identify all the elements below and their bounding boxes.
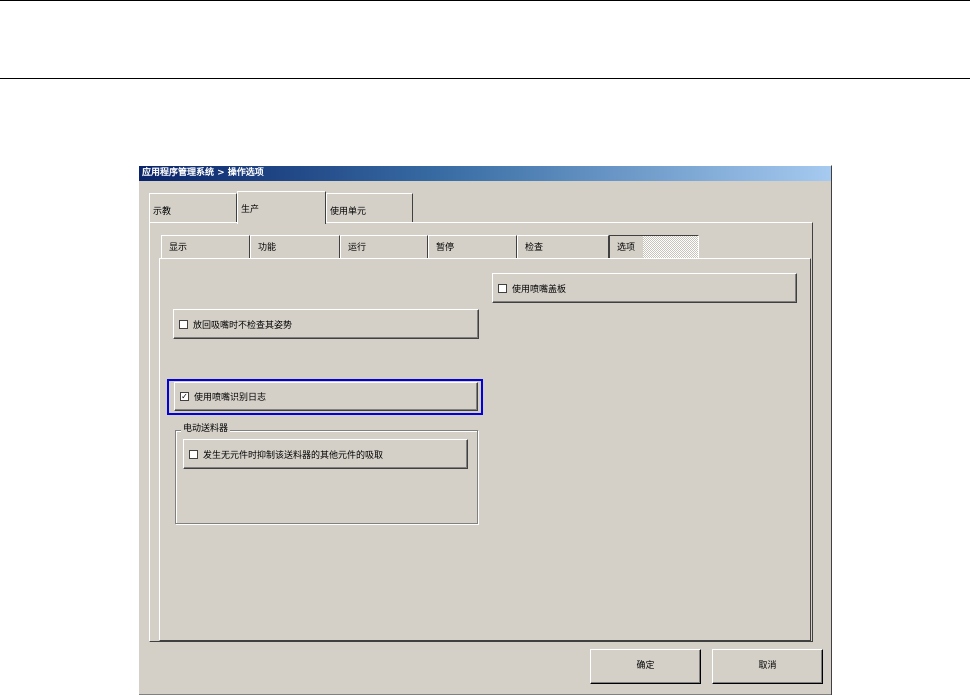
dialog-title: 应用程序管理系统 > 操作选项: [139, 166, 831, 181]
tab-use-unit-label: 使用单元: [330, 207, 367, 217]
subtab-check-label: 检查: [525, 243, 544, 253]
subtab-options[interactable]: 选项: [609, 235, 699, 259]
tab-production[interactable]: 生产: [237, 191, 326, 224]
cancel-button[interactable]: 取消: [712, 649, 823, 684]
feeder-group-title: 电动送料器: [181, 424, 231, 434]
subtab-function-label: 功能: [258, 243, 277, 253]
skip-posture-check-label: 放回吸嘴时不检查其姿势: [193, 320, 293, 331]
use-traceability-log-label: 使用喷嘴识别日志: [194, 393, 267, 403]
suppress-pickup-checkbox[interactable]: [189, 449, 198, 459]
header-rule: [0, 78, 970, 79]
skip-posture-check-checkbox[interactable]: [179, 319, 188, 329]
tab-teach[interactable]: 示教: [149, 193, 237, 223]
options-dialog: 应用程序管理系统 > 操作选项 示教 生产 使用单元 显示 功能 运行 暂停 检…: [138, 165, 832, 695]
use-traceability-log-checkbox[interactable]: ✓: [180, 392, 189, 401]
subtab-display[interactable]: 显示: [161, 235, 250, 259]
use-traceability-log-option[interactable]: ✓ 使用喷嘴识别日志: [174, 382, 478, 411]
subtab-pause[interactable]: 暂停: [428, 235, 517, 259]
use-nozzle-cover-label: 使用喷嘴盖板: [512, 284, 567, 295]
subtab-display-label: 显示: [169, 243, 188, 253]
subtab-options-label: 选项: [617, 243, 636, 253]
suppress-pickup-option[interactable]: 发生无元件时抑制该送料器的其他元件的吸取: [183, 439, 468, 469]
subtab-check[interactable]: 检查: [517, 235, 609, 259]
subtab-pause-label: 暂停: [436, 243, 455, 253]
subtab-run[interactable]: 运行: [340, 235, 428, 259]
top-rule: [0, 0, 970, 1]
use-nozzle-cover-checkbox[interactable]: [498, 283, 507, 293]
suppress-pickup-label: 发生无元件时抑制该送料器的其他元件的吸取: [203, 450, 384, 461]
use-nozzle-cover-option[interactable]: 使用喷嘴盖板: [492, 273, 797, 303]
skip-posture-check-option[interactable]: 放回吸嘴时不检查其姿势: [173, 309, 479, 339]
ok-button[interactable]: 确定: [590, 649, 701, 684]
tab-use-unit[interactable]: 使用单元: [326, 193, 413, 223]
tab-teach-label: 示教: [153, 207, 172, 217]
tab-production-label: 生产: [241, 205, 260, 215]
subtab-function[interactable]: 功能: [250, 235, 340, 259]
subtab-run-label: 运行: [348, 243, 367, 253]
